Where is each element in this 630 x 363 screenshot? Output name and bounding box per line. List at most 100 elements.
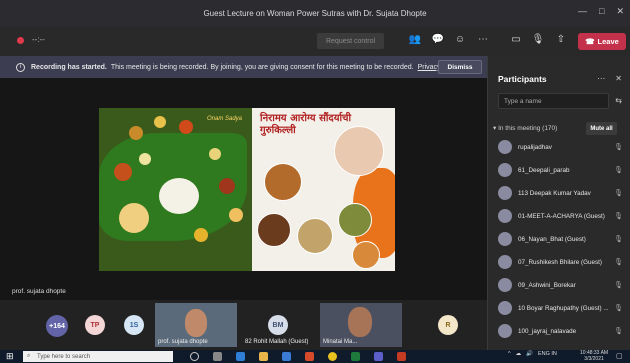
task-view-icon[interactable] [213, 352, 222, 361]
mic-off-icon[interactable]: 🎙 [531, 34, 545, 45]
language-indicator[interactable]: ENG IN [538, 351, 557, 357]
in-meeting-label: In this meeting (170) [498, 125, 558, 132]
video-tile-label: Minatai Ma... [323, 339, 358, 345]
banner-text: This meeting is being recorded. By joini… [110, 63, 414, 71]
camera-off-icon[interactable]: ▭ [509, 34, 523, 45]
teams-icon[interactable] [374, 352, 383, 361]
participant-row[interactable]: 113 Deepak Kumar Yadav 🎙 [498, 184, 623, 202]
participant-search-input[interactable]: Type a name [498, 93, 609, 109]
window-controls: — □ ✕ [578, 6, 624, 17]
mic-muted-icon: 🎙 [614, 328, 623, 335]
participant-avatar[interactable]: BM [268, 315, 288, 335]
share-icon[interactable]: ⇧ [554, 34, 568, 45]
minimize-icon[interactable]: — [578, 6, 587, 17]
mic-muted-icon: 🎙 [614, 213, 623, 220]
mic-muted-icon: 🎙 [614, 190, 623, 197]
window-title: Guest Lecture on Woman Power Sutras with… [203, 8, 427, 18]
search-icon: ⌕ [27, 353, 31, 359]
participant-name: rupalijadhav [518, 143, 552, 151]
overflow-participants-badge[interactable]: +164 [46, 315, 68, 337]
participant-avatar[interactable]: 1S [124, 315, 144, 335]
participant-row[interactable]: 61_Deepali_parab 🎙 [498, 161, 623, 179]
face-image-icon [334, 126, 384, 176]
more-actions-icon[interactable]: ⋯ [476, 34, 490, 45]
cloud-icon[interactable]: ☁ [516, 351, 522, 357]
request-control-button[interactable]: Request control [317, 33, 384, 49]
presenter-name-label: prof. sujata dhopte [12, 288, 66, 295]
participant-avatar[interactable]: TP [85, 315, 105, 335]
participant-name: 61_Deepali_parab [518, 166, 570, 174]
chevron-up-icon[interactable]: ^ [508, 351, 511, 357]
mortar-image-icon [264, 163, 302, 201]
leave-button[interactable]: ☎ Leave [578, 33, 626, 50]
meeting-toolbar: --:-- Request control 👥 💬 ☺ ⋯ ▭ 🎙 ⇧ ☎ Le… [0, 26, 630, 56]
slide-food-image: Onam Sadya [99, 108, 252, 271]
avatar [498, 301, 512, 315]
participant-name: 01-MEET-A-ACHARYA (Guest) [518, 212, 605, 220]
mic-muted-icon: 🎙 [614, 305, 623, 312]
recording-indicator-icon [17, 37, 24, 44]
participant-name: 09_Ashwini_Borekar [518, 281, 576, 289]
panel-title: Participants [498, 74, 547, 84]
leave-label: Leave [597, 37, 619, 46]
avatar [498, 140, 512, 154]
participant-name: 100_jayraj_nalavade [518, 327, 577, 335]
in-meeting-header[interactable]: ▾ In this meeting (170) [493, 124, 557, 132]
mic-muted-icon: 🎙 [614, 144, 623, 151]
shared-slide: Onam Sadya निरामय आरोग्य सौंदर्याची गुरु… [99, 108, 395, 271]
avatar [498, 324, 512, 338]
cortana-icon[interactable] [190, 352, 199, 361]
panel-controls: ⋯ ✕ [597, 74, 622, 83]
clock-date: 3/3/2021 [584, 356, 604, 362]
slide-food-caption: Onam Sadya [207, 116, 243, 122]
avatar [498, 232, 512, 246]
more-options-icon[interactable]: ⋯ [597, 74, 605, 83]
banner-bold-text: Recording has started. [31, 63, 107, 71]
participants-icon[interactable]: 👥 [408, 34, 422, 45]
participants-panel: Participants ⋯ ✕ Type a name ⇆ ▾ In this… [487, 56, 630, 350]
excel-icon[interactable] [351, 352, 360, 361]
powerpoint-icon[interactable] [397, 352, 406, 361]
os-taskbar: ⊞ ⌕ Type here to search ^ ☁ 🔊 ENG IN 10:… [0, 350, 630, 363]
fruit-image-icon [352, 241, 380, 269]
notifications-icon[interactable]: ▢ [616, 352, 623, 360]
participant-row[interactable]: rupalijadhav 🎙 [498, 138, 623, 156]
volume-icon[interactable]: 🔊 [526, 351, 533, 357]
participant-name: 113 Deepak Kumar Yadav [518, 189, 591, 197]
avatar [498, 278, 512, 292]
avatar [498, 163, 512, 177]
taskbar-search-input[interactable]: ⌕ Type here to search [23, 351, 173, 362]
windows-start-icon[interactable]: ⊞ [6, 351, 14, 362]
chrome-icon[interactable] [328, 352, 337, 361]
chat-icon[interactable]: 💬 [431, 34, 445, 45]
participant-avatar[interactable]: R [438, 315, 458, 335]
dismiss-button[interactable]: Dismiss [438, 60, 482, 74]
taskbar-clock[interactable]: 10:48:33 AM 3/3/2021 [580, 350, 608, 362]
video-tile-label: prof. sujata dhopte [158, 339, 208, 345]
avatar [498, 186, 512, 200]
video-tile[interactable]: Minatai Ma... [320, 303, 402, 347]
edge-icon[interactable] [236, 352, 245, 361]
reactions-icon[interactable]: ☺ [453, 34, 467, 45]
store-icon[interactable] [282, 352, 291, 361]
participant-row[interactable]: 09_Ashwini_Borekar 🎙 [498, 276, 623, 294]
maximize-icon[interactable]: □ [599, 6, 604, 17]
mute-all-button[interactable]: Mute all [586, 122, 617, 135]
office-icon[interactable] [305, 352, 314, 361]
close-panel-icon[interactable]: ✕ [615, 74, 622, 83]
shared-content-stage: Onam Sadya निरामय आरोग्य सौंदर्याची गुरु… [0, 78, 487, 300]
participant-row[interactable]: 10 Boyar Raghupathy (Guest) ... 🎙 [498, 299, 623, 317]
mic-muted-icon: 🎙 [614, 236, 623, 243]
close-icon[interactable]: ✕ [616, 6, 624, 17]
mic-muted-icon: 🎙 [614, 167, 623, 174]
participant-row[interactable]: 07_Rushikesh Bhilare (Guest) 🎙 [498, 253, 623, 271]
phone-icon: ☎ [585, 37, 595, 46]
participant-row[interactable]: 100_jayraj_nalavade 🎙 [498, 322, 623, 340]
participant-row[interactable]: 01-MEET-A-ACHARYA (Guest) 🎙 [498, 207, 623, 225]
file-explorer-icon[interactable] [259, 352, 268, 361]
participant-row[interactable]: 06_Nayan_Bhat (Guest) 🎙 [498, 230, 623, 248]
share-invite-icon[interactable]: ⇆ [615, 96, 622, 105]
meeting-timer: --:-- [32, 35, 45, 44]
info-icon: i [16, 62, 25, 72]
video-tile[interactable]: prof. sujata dhopte [155, 303, 237, 347]
